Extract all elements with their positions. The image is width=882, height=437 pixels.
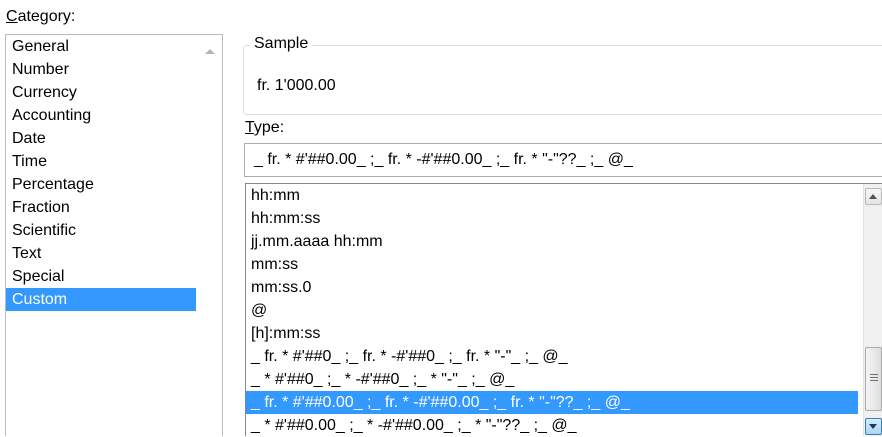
grip-line: [870, 380, 878, 381]
category-item-scientific[interactable]: Scientific: [6, 219, 196, 242]
format-items: hh:mm hh:mm:ss jj.mm.aaaa hh:mm mm:ss mm:ss.…: [246, 184, 858, 437]
format-code-listbox[interactable]: hh:mm hh:mm:ss jj.mm.aaaa hh:mm mm:ss mm:ss.…: [245, 183, 882, 436]
grip-line: [870, 377, 878, 378]
category-item-time[interactable]: Time: [6, 150, 196, 173]
category-scrollbar[interactable]: [197, 35, 222, 436]
category-label-accesskey: C: [6, 8, 18, 25]
chevron-down-icon: [869, 424, 877, 429]
grip-line: [870, 374, 878, 375]
format-scrollbar[interactable]: [863, 184, 882, 436]
format-code-item[interactable]: @: [246, 299, 858, 322]
category-item-special[interactable]: Special: [6, 265, 196, 288]
category-item-percentage[interactable]: Percentage: [6, 173, 196, 196]
category-label-text: ategory:: [17, 8, 76, 25]
format-code-item[interactable]: hh:mm:ss: [246, 207, 858, 230]
format-code-item[interactable]: _ fr. * #'##0_ ;_ fr. * -#'##0_ ;_ fr. *…: [246, 345, 858, 368]
category-item-general[interactable]: General: [6, 35, 196, 58]
category-item-custom[interactable]: Custom: [6, 288, 196, 311]
sample-groupbox: [243, 45, 882, 115]
category-item-number[interactable]: Number: [6, 58, 196, 81]
format-code-item[interactable]: _ fr. * #'##0.00_ ;_ fr. * -#'##0.00_ ;_…: [246, 391, 858, 414]
type-label-accesskey: T: [245, 119, 254, 136]
scroll-down-button[interactable]: [865, 418, 882, 435]
format-code-item[interactable]: mm:ss.0: [246, 276, 858, 299]
format-code-item[interactable]: mm:ss: [246, 253, 858, 276]
type-label-text: ype:: [253, 119, 285, 136]
chevron-up-icon: [869, 194, 877, 199]
category-items: General Number Currency Accounting Date Time P…: [6, 35, 196, 311]
type-input[interactable]: _ fr. * #'##0.00_ ;_ fr. * -#'##0.00_ ;_…: [244, 143, 882, 177]
format-code-item[interactable]: _ * #'##0_ ;_ * -#'##0_ ;_ * "-"_ ;_ @_: [246, 368, 858, 391]
scroll-up-button[interactable]: [865, 188, 882, 205]
category-item-date[interactable]: Date: [6, 127, 196, 150]
scroll-thumb[interactable]: [865, 347, 882, 411]
category-label: Category:: [6, 8, 75, 26]
category-item-currency[interactable]: Currency: [6, 81, 196, 104]
type-label: Type:: [245, 119, 284, 137]
category-item-fraction[interactable]: Fraction: [6, 196, 196, 219]
sample-value: fr. 1'000.00: [257, 77, 336, 94]
category-item-accounting[interactable]: Accounting: [6, 104, 196, 127]
format-code-item[interactable]: _ * #'##0.00_ ;_ * -#'##0.00_ ;_ * "-"??…: [246, 414, 858, 437]
sample-caption: Sample: [250, 35, 313, 53]
scroll-up-arrow-icon[interactable]: [205, 49, 215, 54]
category-listbox[interactable]: General Number Currency Accounting Date Time P…: [5, 34, 223, 436]
category-item-text[interactable]: Text: [6, 242, 196, 265]
format-code-item[interactable]: jj.mm.aaaa hh:mm: [246, 230, 858, 253]
format-code-item[interactable]: [h]:mm:ss: [246, 322, 858, 345]
format-code-item[interactable]: hh:mm: [246, 184, 858, 207]
